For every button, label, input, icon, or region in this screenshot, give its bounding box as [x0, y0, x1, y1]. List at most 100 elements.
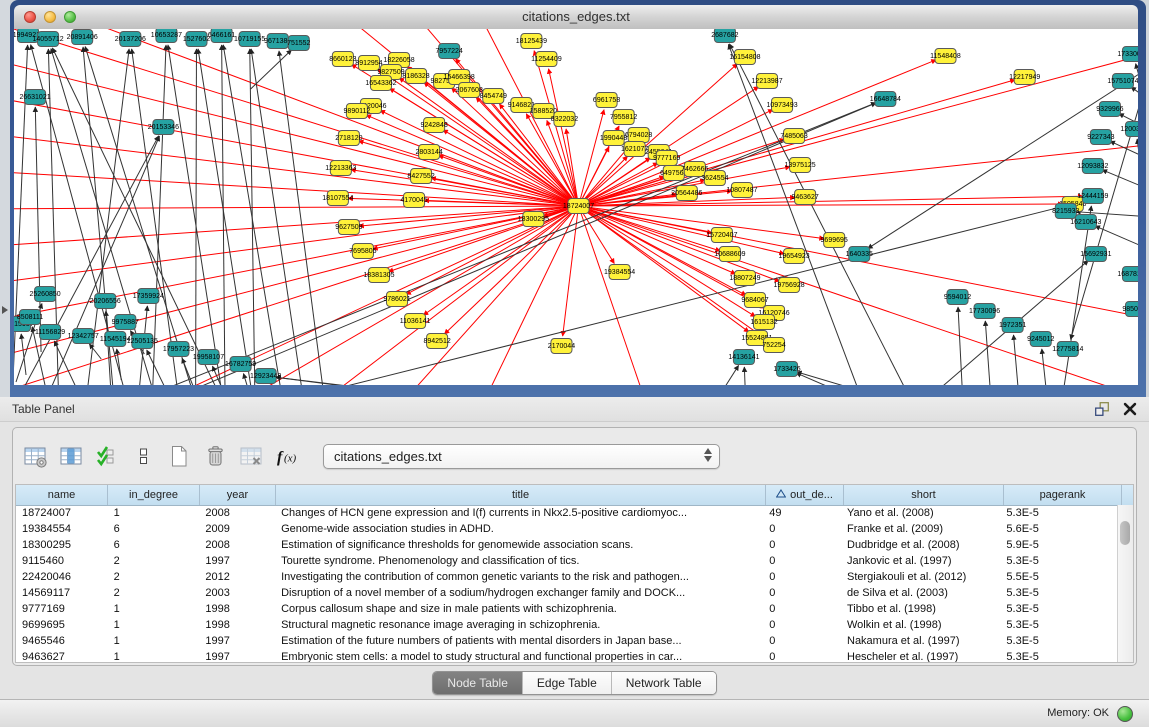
scrollbar-thumb[interactable]: [1120, 521, 1130, 545]
graph-node[interactable]: 9890112: [344, 104, 371, 119]
table-row[interactable]: 946362711997Embryonic stem cells: a mode…: [16, 649, 1118, 662]
graph-node[interactable]: 1527602: [183, 32, 210, 47]
graph-node[interactable]: 11036141: [400, 314, 431, 329]
graph-node[interactable]: 9594012: [944, 290, 971, 305]
graph-node[interactable]: 7957224: [436, 44, 463, 59]
graph-edge[interactable]: [958, 307, 963, 385]
graph-node[interactable]: 9627509: [335, 220, 362, 235]
tab-node-table[interactable]: Node Table: [433, 672, 523, 694]
graph-node[interactable]: 8454749: [480, 89, 507, 104]
new-column-button[interactable]: [165, 443, 192, 470]
table-select-dropdown[interactable]: citations_edges.txt: [323, 444, 720, 469]
graph-node[interactable]: 20891406: [67, 30, 98, 45]
table-row[interactable]: 1830029562008Estimation of significance …: [16, 537, 1118, 553]
graph-node[interactable]: 7485063: [780, 129, 807, 144]
graph-node[interactable]: 18381305: [363, 268, 394, 283]
function-builder-button[interactable]: f(x): [273, 443, 300, 470]
graph-node[interactable]: 17330046: [1117, 47, 1138, 62]
graph-edge[interactable]: [251, 50, 292, 89]
graph-node[interactable]: 2718120: [335, 131, 362, 146]
graph-node[interactable]: 10719155: [234, 32, 265, 47]
graph-node[interactable]: 1640335: [846, 247, 873, 262]
graph-edge[interactable]: [461, 206, 578, 385]
column-header-out_de[interactable]: out_de...: [766, 485, 844, 505]
graph-edge[interactable]: [443, 130, 579, 206]
graph-node[interactable]: 17957223: [163, 342, 194, 357]
graph-node[interactable]: 16878101: [1117, 267, 1138, 282]
graph-node[interactable]: 12217949: [1009, 70, 1040, 85]
graph-edge[interactable]: [1137, 139, 1138, 271]
panel-collapse-arrow-icon[interactable]: [2, 306, 8, 314]
graph-edge[interactable]: [198, 49, 261, 385]
graph-node[interactable]: 10973493: [766, 98, 797, 113]
graph-node[interactable]: 11548408: [930, 49, 961, 64]
graph-node[interactable]: 14136141: [728, 350, 759, 365]
graph-node[interactable]: 6794028: [625, 128, 652, 143]
column-header-year[interactable]: year: [200, 485, 276, 505]
graph-node[interactable]: 9975887: [112, 315, 139, 330]
graph-node[interactable]: 2803144: [415, 145, 442, 160]
graph-node[interactable]: 2170044: [548, 339, 575, 354]
graph-edge[interactable]: [14, 129, 579, 206]
graph-node[interactable]: 18300295: [518, 212, 549, 227]
network-graph-canvas[interactable]: 1872400786601238912954182260589827509165…: [14, 29, 1138, 385]
graph-node[interactable]: 14055712: [32, 32, 63, 47]
graph-node[interactable]: 1990448: [600, 131, 627, 146]
graph-edge[interactable]: [251, 49, 311, 385]
graph-edge[interactable]: [1063, 206, 1092, 385]
graph-edge[interactable]: [1102, 170, 1138, 191]
toggle-rows-button[interactable]: [129, 443, 156, 470]
graph-node[interactable]: 18125439: [516, 34, 547, 49]
tab-network-table[interactable]: Network Table: [612, 672, 716, 694]
graph-edge[interactable]: [359, 141, 579, 206]
graph-edge[interactable]: [222, 45, 226, 385]
graph-node[interactable]: 9329966: [1096, 102, 1123, 117]
graph-node[interactable]: 11254409: [531, 52, 562, 67]
row-selection-button[interactable]: [93, 443, 120, 470]
delete-table-button[interactable]: [237, 443, 264, 470]
table-row[interactable]: 969969511998Structural magnetic resonanc…: [16, 617, 1118, 633]
graph-node[interactable]: 17730096: [969, 304, 1000, 319]
graph-node[interactable]: 2687682: [711, 29, 738, 43]
graph-node[interactable]: 15720407: [706, 228, 737, 243]
graph-node[interactable]: 11156829: [35, 325, 65, 340]
graph-node[interactable]: 13975125: [784, 158, 815, 173]
table-mode-button[interactable]: [21, 443, 48, 470]
graph-node[interactable]: 15751074: [1107, 74, 1138, 89]
graph-node[interactable]: 12003581: [1120, 122, 1138, 137]
graph-node[interactable]: 9245012: [1027, 332, 1054, 347]
graph-node[interactable]: 752254: [762, 338, 785, 353]
graph-node[interactable]: 9786021: [383, 292, 410, 307]
graph-edge[interactable]: [579, 206, 785, 254]
graph-node[interactable]: 10688609: [714, 247, 745, 262]
memory-status-led-icon[interactable]: [1117, 706, 1133, 722]
graph-node[interactable]: 12213363: [325, 161, 356, 176]
graph-node[interactable]: 9227343: [1087, 130, 1114, 145]
graph-edge[interactable]: [444, 206, 578, 334]
graph-node[interactable]: 8508111: [17, 310, 43, 325]
close-panel-icon[interactable]: [1121, 400, 1139, 418]
graph-node[interactable]: 15692931: [1080, 247, 1111, 262]
graph-node[interactable]: 1733426: [773, 362, 800, 377]
table-row[interactable]: 911546021997Tourette syndrome. Phenomeno…: [16, 553, 1118, 569]
column-header-name[interactable]: name: [16, 485, 108, 505]
graph-node[interactable]: 4170045: [400, 193, 427, 208]
graph-edge[interactable]: [261, 206, 579, 385]
graph-edge[interactable]: [106, 311, 111, 385]
graph-edge[interactable]: [14, 29, 579, 206]
graph-node[interactable]: 9850412: [1122, 302, 1138, 317]
graph-node[interactable]: 16648784: [870, 92, 901, 107]
graph-edge[interactable]: [250, 49, 256, 385]
graph-node[interactable]: 8660123: [329, 52, 356, 67]
graph-edge[interactable]: [744, 367, 747, 385]
graph-edge[interactable]: [1042, 349, 1047, 385]
graph-node[interactable]: 12775814: [1052, 342, 1083, 357]
graph-node[interactable]: 7695805: [349, 244, 376, 259]
graph-node[interactable]: 8942512: [423, 334, 450, 349]
graph-node[interactable]: 8186328: [402, 69, 429, 84]
graph-node[interactable]: 9684067: [741, 293, 768, 308]
graph-node[interactable]: 6961758: [593, 93, 620, 108]
graph-node[interactable]: 12444159: [1077, 189, 1108, 204]
graph-node[interactable]: 9242848: [420, 118, 447, 133]
graph-node[interactable]: 12213987: [751, 74, 782, 89]
